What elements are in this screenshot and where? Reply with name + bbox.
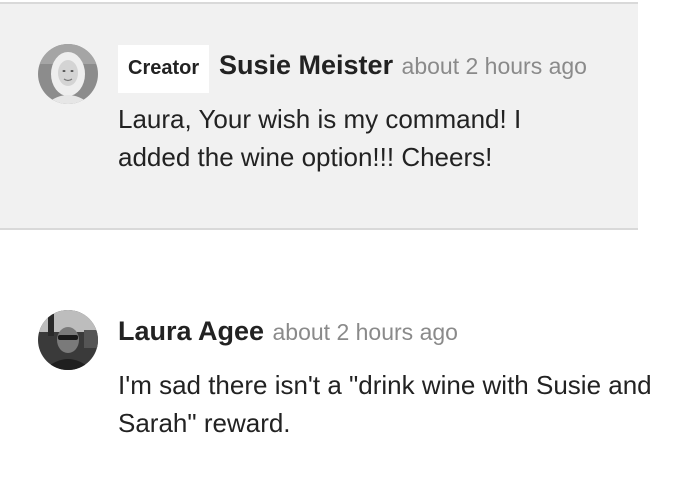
comment-body: I'm sad there isn't a "drink wine with S… — [118, 370, 652, 438]
comment-header: Susie Meister about 2 hours ago — [219, 50, 587, 81]
comment-body: Laura, Your wish is my command! I added … — [118, 104, 522, 172]
comment-header: Laura Agee about 2 hours ago — [118, 316, 458, 347]
comment-divider — [0, 228, 638, 230]
user-avatar-photo-icon — [38, 44, 98, 104]
author-name-link[interactable]: Susie Meister — [219, 50, 393, 80]
comment-timestamp: about 2 hours ago — [272, 319, 458, 345]
author-name-link[interactable]: Laura Agee — [118, 316, 264, 346]
comment-timestamp: about 2 hours ago — [401, 53, 587, 79]
avatar-laura-agee[interactable] — [38, 310, 98, 370]
creator-badge: Creator — [118, 45, 210, 93]
avatar-susie-meister[interactable] — [38, 44, 98, 104]
comments-page: Creator Susie Meister about 2 hours ago … — [0, 0, 678, 489]
user-avatar-photo-icon — [38, 310, 98, 370]
